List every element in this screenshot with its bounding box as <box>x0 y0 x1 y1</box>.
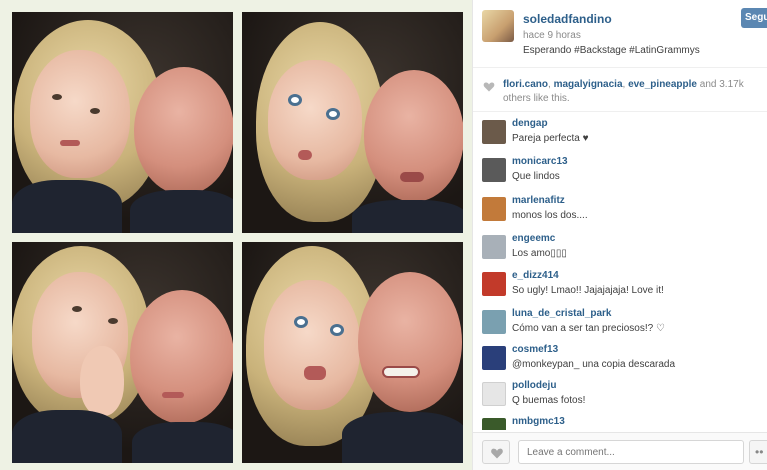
photo-frame-1 <box>12 12 233 233</box>
comment-item: e_dizz414 So ugly! Lmao!! Jajajajaja! Lo… <box>482 270 762 300</box>
more-options-button[interactable]: •• <box>749 440 767 464</box>
commenter-avatar[interactable] <box>482 346 506 370</box>
post-header: soledadfandino hace 9 horas Esperando #B… <box>473 0 767 68</box>
comment-item: nmbgmc13 <box>482 416 762 430</box>
comment-input[interactable] <box>518 440 744 464</box>
photo-frame-3 <box>12 242 233 463</box>
comment-item: monicarc13 Que lindos <box>482 156 762 186</box>
comment-item: cosmef13 @monkeypan_ una copia descarada <box>482 344 762 374</box>
commenter-username[interactable]: pollodeju <box>512 380 556 391</box>
heart-icon <box>491 448 503 459</box>
commenter-username[interactable]: cosmef13 <box>512 344 558 355</box>
commenter-avatar[interactable] <box>482 272 506 296</box>
comment-text: monos los dos.... <box>512 210 588 221</box>
comment-text: Los amo▯▯▯ <box>512 248 567 259</box>
comment-text: Cómo van a ser tan preciosos!? ♡ <box>512 323 665 334</box>
post-caption: Esperando #Backstage #LatinGrammys <box>523 45 700 56</box>
likes-separator: , <box>622 79 626 90</box>
comment-item: marlenafitz monos los dos.... <box>482 195 762 225</box>
commenter-avatar[interactable] <box>482 197 506 221</box>
commenter-username[interactable]: monicarc13 <box>512 156 568 167</box>
liker-name[interactable]: flori.cano <box>503 79 548 90</box>
comment-text: Que lindos <box>512 171 560 182</box>
follow-button[interactable]: Segu <box>741 8 767 28</box>
post-timestamp: hace 9 horas <box>523 30 581 41</box>
comment-text: @monkeypan_ una copia descarada <box>512 359 676 370</box>
commenter-avatar[interactable] <box>482 418 506 430</box>
author-username[interactable]: soledadfandino <box>523 12 612 26</box>
commenter-username[interactable]: e_dizz414 <box>512 270 559 281</box>
photo-frame-2 <box>242 12 463 233</box>
commenter-username[interactable]: nmbgmc13 <box>512 416 565 427</box>
commenter-username[interactable]: marlenafitz <box>512 195 565 206</box>
comment-item: engeemc Los amo▯▯▯ <box>482 233 762 263</box>
commenter-avatar[interactable] <box>482 235 506 259</box>
comments-list: dengap Pareja perfecta ♥ monicarc13 Que … <box>473 118 767 430</box>
comment-item: pollodeju Q buemas fotos! <box>482 380 762 410</box>
commenter-username[interactable]: engeemc <box>512 233 555 244</box>
post-photo[interactable] <box>0 0 472 470</box>
comment-item: luna_de_cristal_park Cómo van a ser tan … <box>482 308 762 338</box>
post-sidebar: soledadfandino hace 9 horas Esperando #B… <box>472 0 767 470</box>
author-avatar[interactable] <box>482 10 514 42</box>
photo-frame-4 <box>242 242 463 463</box>
liker-name[interactable]: eve_pineapple <box>628 79 697 90</box>
commenter-avatar[interactable] <box>482 382 506 406</box>
commenter-avatar[interactable] <box>482 120 506 144</box>
comment-item: dengap Pareja perfecta ♥ <box>482 118 762 148</box>
liker-name[interactable]: magalyignacia <box>554 79 623 90</box>
commenter-avatar[interactable] <box>482 158 506 182</box>
likes-summary: flori.cano, magalyignacia, eve_pineapple… <box>473 70 767 112</box>
likes-separator: , <box>548 79 551 90</box>
commenter-username[interactable]: luna_de_cristal_park <box>512 308 612 319</box>
commenter-avatar[interactable] <box>482 310 506 334</box>
heart-icon <box>483 82 495 92</box>
commenter-username[interactable]: dengap <box>512 118 548 129</box>
like-button[interactable] <box>482 440 510 464</box>
comment-text: Q buemas fotos! <box>512 395 586 406</box>
comment-text: So ugly! Lmao!! Jajajajaja! Love it! <box>512 285 664 296</box>
comment-text: Pareja perfecta ♥ <box>512 133 589 144</box>
comment-bar: •• <box>473 432 767 470</box>
